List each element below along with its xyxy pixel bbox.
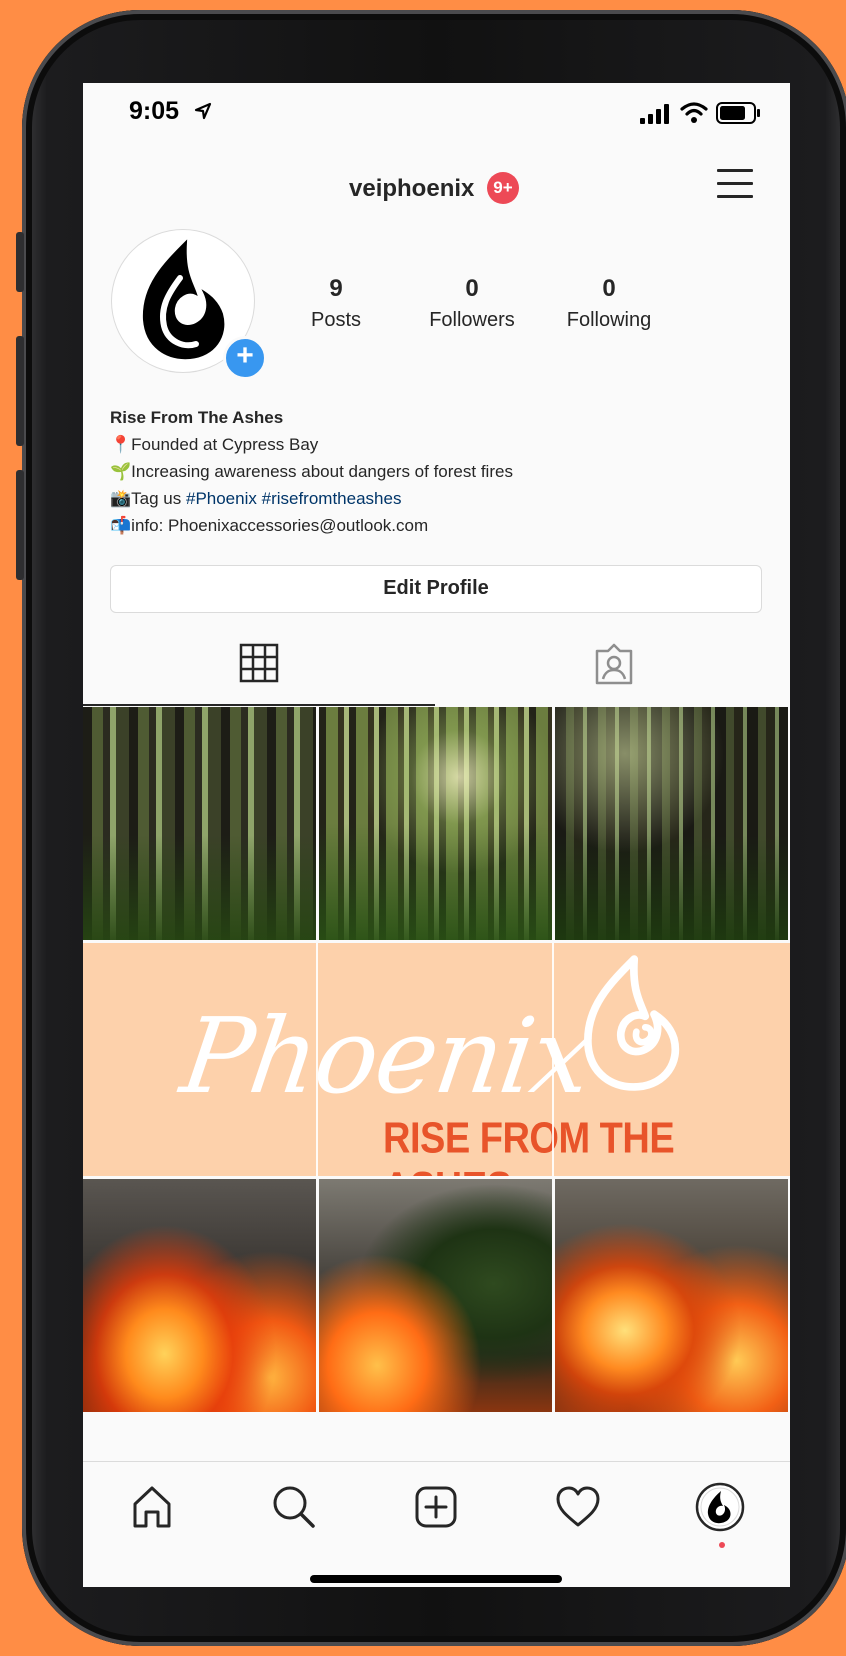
grid-post-forest-1[interactable] bbox=[83, 707, 316, 940]
bio-line-location: 📍Founded at Cypress Bay bbox=[110, 431, 760, 458]
grid-post-forest-3[interactable] bbox=[555, 707, 788, 940]
camera-emoji-icon: 📸 bbox=[110, 489, 132, 508]
posts-count[interactable]: 9 Posts bbox=[271, 275, 401, 332]
status-time: 9:05 bbox=[129, 97, 180, 125]
username-title[interactable]: veiphoenix bbox=[349, 175, 474, 203]
bio-mission-text: Increasing awareness about dangers of fo… bbox=[131, 462, 513, 481]
activity-heart-icon[interactable] bbox=[553, 1482, 603, 1532]
grid-post-fire-1[interactable] bbox=[83, 1179, 316, 1412]
pin-emoji-icon: 📍 bbox=[110, 435, 132, 454]
tagged-icon bbox=[595, 643, 633, 685]
banner-phoenix-text: Phoenix bbox=[174, 995, 598, 1117]
followers-value: 0 bbox=[465, 275, 479, 302]
bio-line-tags: 📸Tag us #Phoenix #risefromtheashes bbox=[110, 485, 760, 512]
hashtag-risefromtheashes-link[interactable]: #risefromtheashes bbox=[262, 489, 402, 508]
bio-line-mission: 🌱Increasing awareness about dangers of f… bbox=[110, 458, 760, 485]
search-icon[interactable] bbox=[269, 1482, 319, 1532]
active-tab-indicator bbox=[83, 704, 435, 706]
notification-badge[interactable]: 9+ bbox=[487, 172, 519, 204]
grid-post-forest-2[interactable] bbox=[319, 707, 552, 940]
grid-divider bbox=[552, 943, 554, 1176]
profile-bio: Rise From The Ashes 📍Founded at Cypress … bbox=[110, 405, 760, 539]
profile-header: veiphoenix 9+ bbox=[83, 143, 790, 233]
profile-tabs bbox=[83, 629, 790, 699]
volume-up-button bbox=[16, 336, 24, 446]
home-indicator[interactable] bbox=[310, 1575, 562, 1583]
hamburger-menu-icon[interactable] bbox=[717, 165, 755, 201]
hashtag-phoenix-link[interactable]: #Phoenix bbox=[186, 489, 257, 508]
followers-label: Followers bbox=[429, 309, 515, 331]
following-value: 0 bbox=[602, 275, 616, 302]
grid-icon bbox=[239, 643, 279, 683]
mute-switch bbox=[16, 232, 24, 292]
edit-profile-button[interactable]: Edit Profile bbox=[110, 565, 762, 613]
bottom-navigation-bar bbox=[83, 1461, 790, 1587]
bio-name: Rise From The Ashes bbox=[110, 408, 284, 427]
grid-post-fire-2[interactable] bbox=[319, 1179, 552, 1412]
wifi-icon bbox=[680, 102, 708, 123]
screen: 9:05 veiphoenix 9+ + 9 Posts 0 Followers… bbox=[83, 83, 790, 1587]
battery-icon bbox=[716, 102, 760, 124]
location-arrow-icon bbox=[194, 102, 212, 120]
bio-line-contact: 📬info: Phoenixaccessories@outlook.com bbox=[110, 512, 760, 539]
banner-tagline-text: RISE FROM THE ASHES bbox=[383, 1114, 675, 1176]
home-icon[interactable] bbox=[127, 1482, 177, 1532]
bio-location-text: Founded at Cypress Bay bbox=[131, 435, 319, 454]
grid-divider bbox=[316, 943, 318, 1176]
new-post-icon[interactable] bbox=[411, 1482, 461, 1532]
posts-value: 9 bbox=[329, 275, 343, 302]
volume-down-button bbox=[16, 470, 24, 580]
cellular-signal-icon bbox=[640, 104, 669, 124]
following-label: Following bbox=[566, 309, 652, 331]
profile-avatar-icon[interactable] bbox=[695, 1482, 745, 1532]
status-bar: 9:05 bbox=[83, 83, 790, 143]
seedling-emoji-icon: 🌱 bbox=[110, 462, 132, 481]
grid-row-phoenix-banner[interactable]: Phoenix RISE FROM THE ASHES bbox=[83, 943, 790, 1176]
add-story-button[interactable]: + bbox=[223, 336, 267, 380]
phoenix-flame-logo-icon bbox=[142, 239, 225, 360]
followers-count[interactable]: 0 Followers bbox=[407, 275, 537, 332]
posts-label: Posts bbox=[310, 309, 362, 331]
bio-tag-prefix: Tag us bbox=[131, 489, 186, 508]
tab-tagged[interactable] bbox=[436, 629, 788, 697]
bio-contact-text: info: Phoenixaccessories@outlook.com bbox=[131, 516, 429, 535]
tab-grid[interactable] bbox=[83, 629, 435, 697]
following-count[interactable]: 0 Following bbox=[544, 275, 674, 332]
profile-notification-dot bbox=[719, 1542, 725, 1548]
posts-grid: Phoenix RISE FROM THE ASHES bbox=[83, 707, 790, 1412]
grid-post-fire-3[interactable] bbox=[555, 1179, 788, 1412]
mailbox-emoji-icon: 📬 bbox=[110, 516, 132, 535]
